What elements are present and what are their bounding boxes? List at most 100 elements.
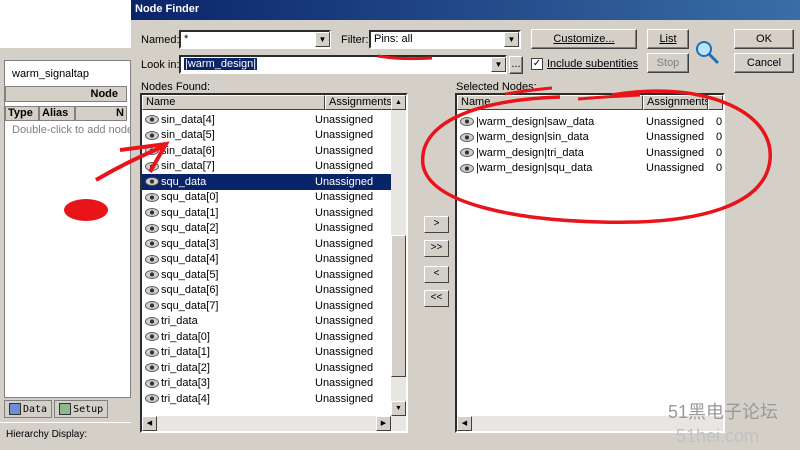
node-assignment: Unassigned xyxy=(315,392,374,405)
node-assignment: Unassigned xyxy=(315,253,374,266)
list-item[interactable]: squ_data[5] Unassigned xyxy=(142,267,392,283)
nodes-found-vertical-scrollbar[interactable]: ▲ ▼ xyxy=(391,95,406,416)
node-name-text: squ_data[7] xyxy=(161,299,219,312)
list-item[interactable]: sin_data[7] Unassigned xyxy=(142,159,392,175)
list-item[interactable]: squ_data Unassigned xyxy=(142,174,392,190)
add-all-button[interactable]: >> xyxy=(424,240,449,257)
list-item[interactable]: squ_data[6] Unassigned xyxy=(142,283,392,299)
list-button[interactable]: List xyxy=(647,29,689,49)
pin-icon xyxy=(460,148,474,158)
data-tab-icon xyxy=(9,403,21,415)
type-column-header[interactable]: Type xyxy=(5,106,39,121)
pin-icon xyxy=(460,117,474,127)
list-item[interactable]: tri_data Unassigned xyxy=(142,314,392,330)
list-item[interactable]: sin_data[6] Unassigned xyxy=(142,143,392,159)
assignments-column-header[interactable]: Assignments▲ xyxy=(325,95,392,110)
node-name: |warm_design|tri_data xyxy=(457,147,643,159)
look-in-input[interactable]: |warm_design| xyxy=(179,55,507,74)
list-item[interactable]: tri_data[2] Unassigned xyxy=(142,360,392,376)
node-name: squ_data[0] xyxy=(142,191,312,203)
selected-nodes-list[interactable]: Name Assignments |warm_design|saw_data Un… xyxy=(455,93,725,433)
scroll-down-button[interactable]: ▼ xyxy=(391,401,406,416)
node-extra: 0 xyxy=(716,162,723,175)
alias-column-header[interactable]: Alias xyxy=(39,106,75,121)
list-item[interactable]: |warm_design|sin_data Unassigned 0 xyxy=(457,130,723,146)
node-name: squ_data[5] xyxy=(142,269,312,281)
signaltap-instance-title: warm_signaltap xyxy=(12,68,90,80)
node-name-text: squ_data[3] xyxy=(161,237,219,250)
add-selected-button[interactable]: > xyxy=(424,216,449,233)
list-item[interactable]: |warm_design|tri_data Unassigned 0 xyxy=(457,145,723,161)
node-name: tri_data[1] xyxy=(142,346,312,358)
named-input[interactable]: * xyxy=(179,30,331,49)
pin-icon xyxy=(145,223,159,233)
nodes-found-horizontal-scrollbar[interactable]: ◀ ▶ xyxy=(142,416,406,431)
node-name-text: tri_data[3] xyxy=(161,377,210,390)
scroll-up-button[interactable]: ▲ xyxy=(391,95,406,110)
list-item[interactable]: squ_data[0] Unassigned xyxy=(142,190,392,206)
name-column-header[interactable]: Name xyxy=(457,95,643,110)
named-dropdown-button[interactable]: ▼ xyxy=(315,32,330,47)
node-name-text: sin_data[6] xyxy=(161,144,215,157)
nodes-found-list[interactable]: Name Assignments▲ sin_data[4]Unassigneds… xyxy=(140,93,408,433)
cancel-button[interactable]: Cancel xyxy=(734,53,794,73)
list-item[interactable]: squ_data[4] Unassigned xyxy=(142,252,392,268)
node-assignment: Unassigned xyxy=(315,361,374,374)
node-assignment: Unassigned xyxy=(315,330,374,343)
name-column-header[interactable]: N xyxy=(75,106,127,121)
extra-column-header[interactable] xyxy=(708,95,723,110)
scroll-thumb[interactable] xyxy=(391,235,406,377)
customize-button[interactable]: Customize... xyxy=(531,29,637,49)
list-item[interactable]: squ_data[2] Unassigned xyxy=(142,221,392,237)
scroll-left-button[interactable]: ◀ xyxy=(457,416,472,431)
list-item[interactable]: sin_data[4] Unassigned xyxy=(142,112,392,128)
tab-setup[interactable]: Setup xyxy=(54,400,109,418)
node-name: squ_data[1] xyxy=(142,207,312,219)
stop-button[interactable]: Stop xyxy=(647,53,689,73)
filter-dropdown-button[interactable]: ▼ xyxy=(504,32,519,47)
list-item[interactable]: tri_data[4] Unassigned xyxy=(142,391,392,407)
pin-icon xyxy=(145,332,159,342)
named-label: Named: xyxy=(141,34,180,46)
node-name: |warm_design|sin_data xyxy=(457,131,643,143)
include-subentities-checkbox[interactable]: ✓ xyxy=(531,58,543,70)
pin-icon xyxy=(145,192,159,202)
node-assignment: Unassigned xyxy=(315,222,374,235)
node-name-text: squ_data[2] xyxy=(161,222,219,235)
filter-select[interactable]: Pins: all xyxy=(369,30,521,49)
pin-icon xyxy=(145,177,159,187)
list-item[interactable]: tri_data[0] Unassigned xyxy=(142,329,392,345)
assignments-header-text: Assignments xyxy=(329,96,392,108)
pin-icon xyxy=(145,115,159,125)
ok-button[interactable]: OK xyxy=(734,29,794,49)
pin-icon xyxy=(145,316,159,326)
remove-selected-button[interactable]: < xyxy=(424,266,449,283)
name-column-header[interactable]: Name xyxy=(142,95,325,110)
node-assignment: Unassigned xyxy=(315,284,374,297)
list-item[interactable]: tri_data[3] Unassigned xyxy=(142,376,392,392)
node-assignment: Unassigned xyxy=(315,377,374,390)
node-assignment: Unassigned xyxy=(646,131,705,144)
node-name-text: squ_data[5] xyxy=(161,268,219,281)
nodes-found-header: Name Assignments▲ xyxy=(142,95,406,110)
remove-all-button[interactable]: << xyxy=(424,290,449,307)
node-name: squ_data[2] xyxy=(142,222,312,234)
scroll-left-button[interactable]: ◀ xyxy=(142,416,157,431)
look-in-dropdown-button[interactable]: ▼ xyxy=(491,57,506,72)
add-nodes-hint: Double-click to add nodes xyxy=(12,124,139,136)
list-item[interactable]: squ_data[7] Unassigned xyxy=(142,298,392,314)
list-item[interactable]: sin_data[5] Unassigned xyxy=(142,128,392,144)
list-item[interactable]: tri_data[1] Unassigned xyxy=(142,345,392,361)
node-name: tri_data xyxy=(142,315,312,327)
scroll-right-button[interactable]: ▶ xyxy=(376,416,391,431)
list-item[interactable]: |warm_design|squ_data Unassigned 0 xyxy=(457,161,723,177)
node-name: squ_data xyxy=(142,176,312,188)
list-item[interactable]: squ_data[3] Unassigned xyxy=(142,236,392,252)
list-item[interactable]: squ_data[1] Unassigned xyxy=(142,205,392,221)
browse-button[interactable]: ... xyxy=(509,56,523,74)
list-item[interactable]: |warm_design|saw_data Unassigned 0 xyxy=(457,114,723,130)
assignments-column-header[interactable]: Assignments xyxy=(643,95,708,110)
node-extra: 0 xyxy=(716,131,723,144)
tab-data[interactable]: Data xyxy=(4,400,53,418)
node-name-text: |warm_design|tri_data xyxy=(476,146,584,159)
